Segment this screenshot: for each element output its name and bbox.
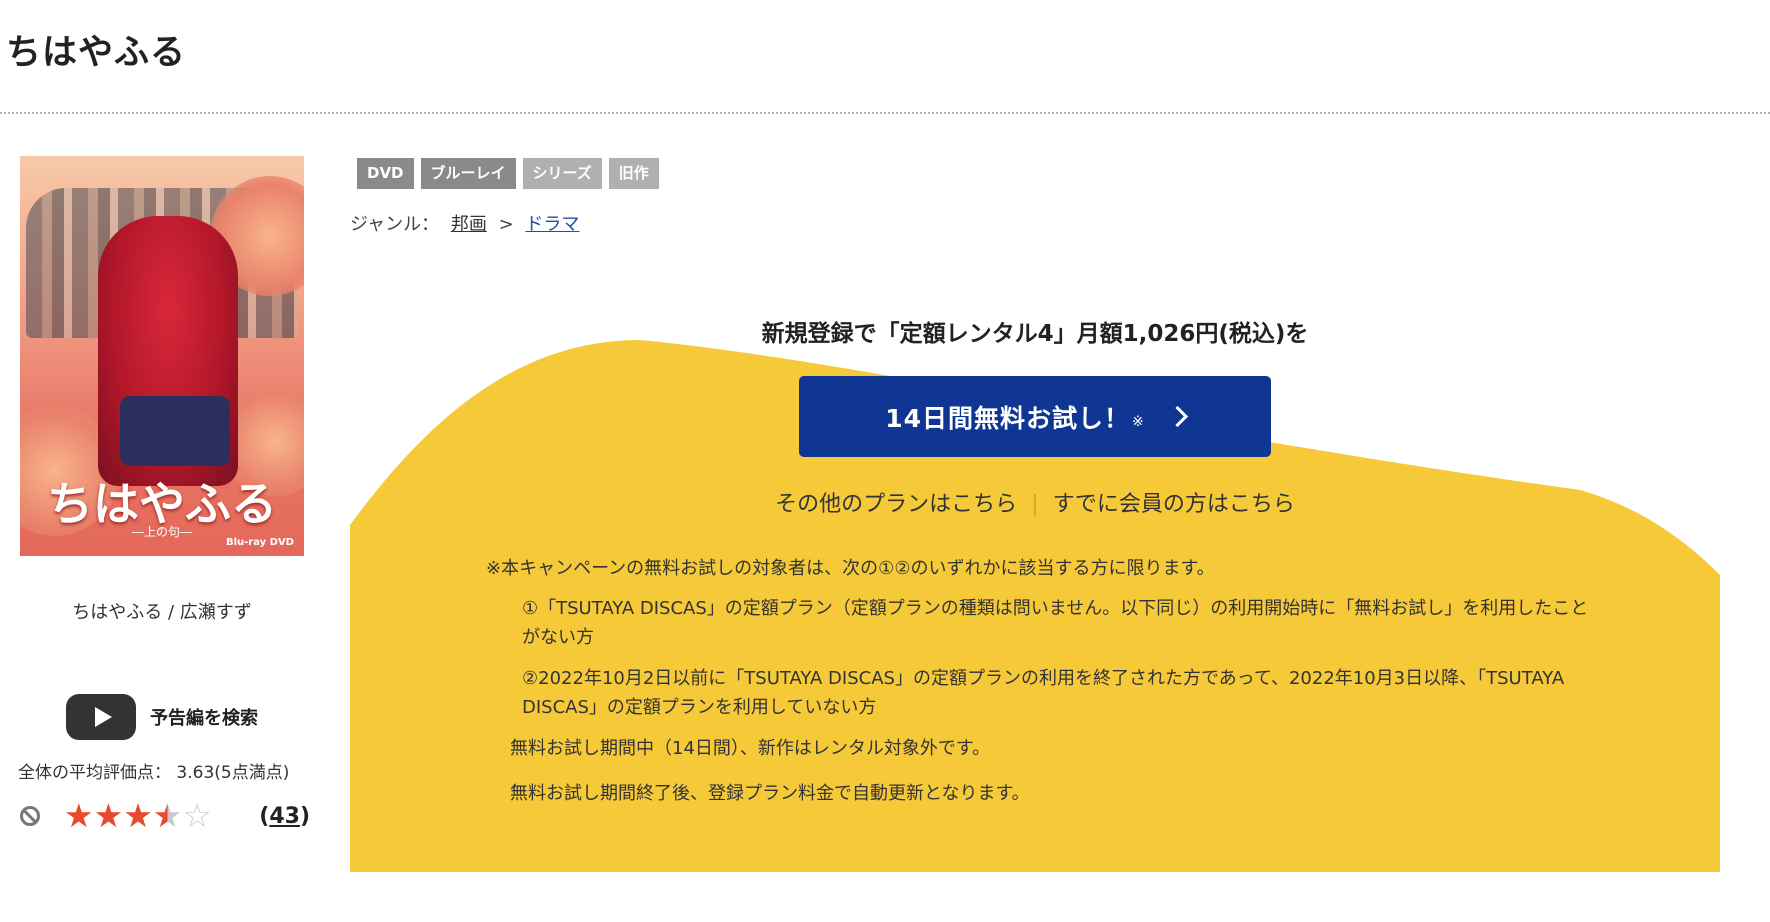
rating-row: ★★★★☆ (43): [20, 798, 310, 834]
campaign-headline: 新規登録で「定額レンタル4」月額1,026円(税込)を: [761, 321, 1309, 347]
other-plans-link[interactable]: その他のプランはこちら: [775, 492, 1017, 517]
star-full-icon: ★: [64, 796, 94, 835]
plan-links: その他のプランはこちら | すでに会員の方はこちら: [350, 486, 1720, 518]
product-caption: ちはやふる / 広瀬すず: [72, 602, 252, 623]
trailer-search-label: 予告編を検索: [150, 708, 258, 729]
link-separator: |: [1031, 492, 1039, 517]
campaign-notes: ※本キャンペーンの無料お試しの対象者は、次の①②のいずれかに該当する方に限ります…: [486, 554, 1606, 824]
note-trial-period: 無料お試し期間中（14日間）、新作はレンタル対象外です。: [510, 738, 991, 759]
badge-bluray: ブルーレイ: [420, 158, 516, 189]
note-heading: ※本キャンペーンの無料お試しの対象者は、次の①②のいずれかに該当する方に限ります…: [486, 558, 1215, 579]
review-count-close: ): [299, 803, 310, 829]
title-divider: [0, 112, 1770, 114]
badge-series: シリーズ: [522, 158, 602, 189]
genre-link-houga[interactable]: 邦画: [451, 214, 487, 235]
trailer-search-button[interactable]: 予告編を検索: [66, 694, 258, 740]
no-entry-icon[interactable]: [20, 806, 40, 826]
genre-label: ジャンル：: [350, 214, 440, 235]
cover-format-logo: Blu-ray DVD: [225, 537, 294, 548]
genre-link-drama[interactable]: ドラマ: [525, 214, 579, 235]
page-title: ちはやふる: [6, 33, 187, 73]
average-rating: 全体の平均評価点： 3.63(5点満点): [18, 763, 290, 783]
badge-dvd: DVD: [357, 158, 414, 189]
review-count: 43: [269, 803, 300, 829]
youtube-play-icon: [66, 694, 136, 740]
star-half-icon: ★: [152, 796, 183, 835]
chevron-right-icon: [1166, 405, 1188, 428]
star-full-icon: ★: [123, 796, 153, 835]
member-login-link[interactable]: すでに会員の方はこちら: [1053, 492, 1295, 517]
genre-separator: >: [498, 214, 514, 235]
free-trial-label: 14日間無料お試し！: [885, 403, 1131, 433]
note-auto-renewal: 無料お試し期間終了後、登録プラン料金で自動更新となります。: [510, 783, 1030, 804]
genre-breadcrumb: ジャンル： 邦画 > ドラマ: [350, 210, 585, 236]
free-trial-button[interactable]: 14日間無料お試し！ ※: [799, 376, 1271, 457]
note-item-1: ①「TSUTAYA DISCAS」の定額プラン（定額プランの種類は問いません。以…: [522, 598, 1589, 648]
cover-hakama: [120, 396, 230, 466]
badge-old: 旧作: [608, 158, 659, 189]
star-empty-icon: ☆: [182, 796, 212, 835]
star-rating: ★★★★☆: [64, 798, 212, 834]
format-badges: DVD ブルーレイ シリーズ 旧作: [357, 158, 659, 189]
star-full-icon: ★: [93, 796, 124, 835]
cover-image[interactable]: ちはやふる ―上の句― Blu-ray DVD: [20, 156, 304, 556]
free-trial-note-mark: ※: [1132, 413, 1144, 430]
campaign-panel: 新規登録で「定額レンタル4」月額1,026円(税込)を 14日間無料お試し！ ※…: [350, 300, 1720, 872]
note-item-2: ②2022年10月2日以前に「TSUTAYA DISCAS」の定額プランの利用を…: [522, 668, 1565, 718]
review-count-open: (: [259, 803, 270, 829]
review-count-link[interactable]: (43): [259, 804, 310, 829]
